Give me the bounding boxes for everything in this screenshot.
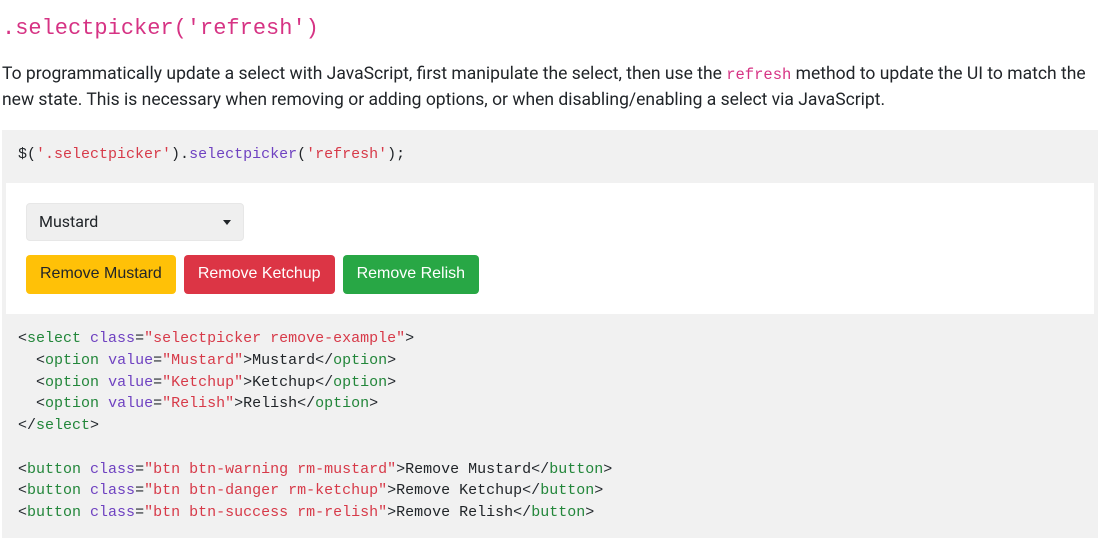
section-description: To programmatically update a select with… <box>2 61 1098 114</box>
remove-mustard-button[interactable]: Remove Mustard <box>26 255 176 294</box>
remove-relish-button[interactable]: Remove Relish <box>343 255 479 294</box>
section-title: .selectpicker('refresh') <box>2 12 1098 45</box>
code-method: selectpicker <box>189 146 297 163</box>
selectpicker-dropdown[interactable]: Mustard <box>26 203 244 241</box>
selectpicker-value: Mustard <box>39 210 98 234</box>
desc-text-pre: To programmatically update a select with… <box>2 64 726 84</box>
code-block-usage: $('.selectpicker').selectpicker('refresh… <box>2 130 1098 180</box>
caret-down-icon <box>223 220 231 225</box>
code-arg: 'refresh' <box>306 146 387 163</box>
code-selector: '.selectpicker' <box>36 146 171 163</box>
inline-code-refresh: refresh <box>726 66 791 84</box>
code-block-markup: <select class="selectpicker remove-examp… <box>2 314 1098 538</box>
remove-ketchup-button[interactable]: Remove Ketchup <box>184 255 335 294</box>
example-panel: Mustard Remove Mustard Remove Ketchup Re… <box>2 179 1098 314</box>
example-buttons-row: Remove Mustard Remove Ketchup Remove Rel… <box>26 255 1074 294</box>
